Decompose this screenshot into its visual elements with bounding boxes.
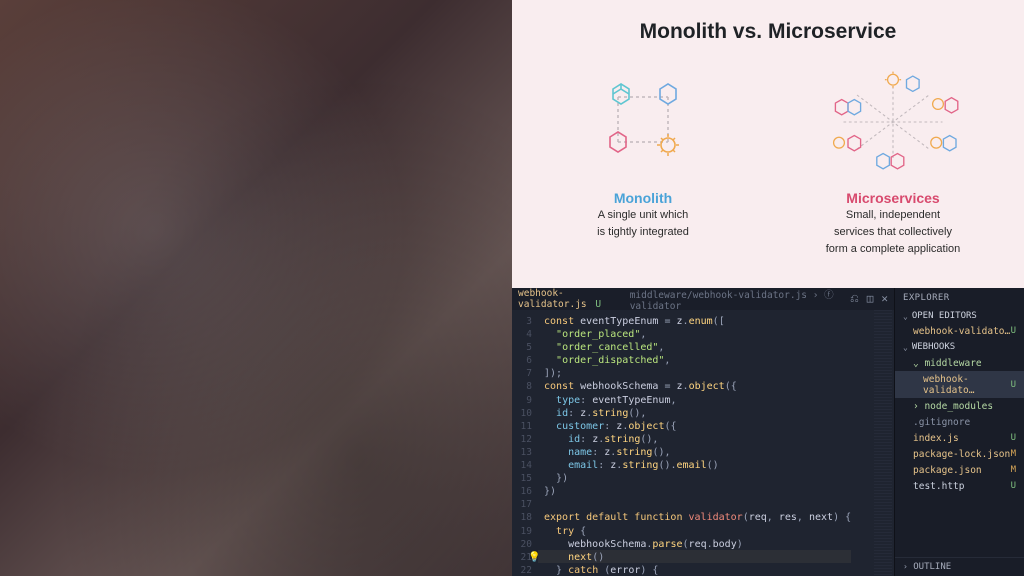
file-tree-item[interactable]: package-lock.jsonM <box>895 446 1024 462</box>
tab-filename: webhook-validator.js <box>518 288 587 310</box>
diagram-title: Monolith vs. Microservice <box>640 20 897 44</box>
open-editors-section[interactable]: ⌄ OPEN EDITORS <box>895 308 1024 324</box>
file-tree-item[interactable]: test.http U <box>895 478 1024 494</box>
open-editors-label: OPEN EDITORS <box>912 311 977 321</box>
open-editor-badge: U <box>1011 326 1016 337</box>
monolith-graphic <box>553 62 733 182</box>
explorer-title: EXPLORER <box>895 288 1024 308</box>
microservices-graphic <box>803 62 983 182</box>
code-content[interactable]: const eventTypeEnum = z.enum([ "order_pl… <box>538 310 851 576</box>
chevron-down-icon: ⌄ <box>903 312 908 321</box>
outline-label: OUTLINE <box>913 562 951 572</box>
code-area[interactable]: 345678910111213141516171819202122232425 … <box>512 310 894 576</box>
file-tree-item[interactable]: package.json M <box>895 462 1024 478</box>
file-tree-item[interactable]: webhook-validato…U <box>895 371 1024 398</box>
diagram-columns: Monolith A single unit which is tightly … <box>522 62 1014 257</box>
file-name: test.http <box>913 481 964 492</box>
microservices-desc-1: Small, independent <box>846 208 940 223</box>
diagram-panel: Monolith vs. Microservice <box>512 0 1024 288</box>
file-tree-item[interactable]: ⌄ middleware <box>895 355 1024 371</box>
git-status-badge: M <box>1011 465 1016 475</box>
file-name: .gitignore <box>913 417 970 428</box>
breadcrumb: middleware/webhook-validator.js › ⓕ vali… <box>630 287 844 312</box>
workspace-root-section[interactable]: ⌄ WEBHOOKS <box>895 339 1024 355</box>
minimap[interactable] <box>874 310 892 576</box>
microservices-desc-2: services that collectively <box>834 225 952 240</box>
workspace-root-label: WEBHOOKS <box>912 342 955 352</box>
editor-tab-bar: webhook-validator.js U middleware/webhoo… <box>512 288 894 310</box>
explorer-panel: EXPLORER ⌄ OPEN EDITORS webhook-validato… <box>894 288 1024 576</box>
code-editor: webhook-validator.js U middleware/webhoo… <box>512 288 1024 576</box>
file-tree: ⌄ middlewarewebhook-validato…U› node_mod… <box>895 355 1024 494</box>
monolith-label: Monolith <box>614 190 672 206</box>
monolith-desc-1: A single unit which <box>598 208 689 223</box>
monolith-column: Monolith A single unit which is tightly … <box>543 62 743 257</box>
monolith-desc-2: is tightly integrated <box>597 225 689 240</box>
microservices-desc-3: form a complete application <box>826 242 961 257</box>
file-tree-item[interactable]: › node_modules <box>895 398 1024 414</box>
microservices-column: Microservices Small, independent service… <box>793 62 993 257</box>
tab-action-icons: ⎌ ◫ ✕ <box>850 292 888 306</box>
line-number-gutter: 345678910111213141516171819202122232425 <box>512 310 538 576</box>
git-status-badge: U <box>1011 433 1016 443</box>
file-tree-item[interactable]: .gitignore <box>895 414 1024 430</box>
file-name: package.json <box>913 465 982 476</box>
open-editor-filename: webhook-validato… <box>913 326 1010 337</box>
tab-badge: U <box>595 299 601 310</box>
chevron-right-icon: › <box>903 562 908 571</box>
file-tree-item[interactable]: index.js U <box>895 430 1024 446</box>
git-status-badge: U <box>1011 380 1016 390</box>
microservices-label: Microservices <box>846 190 939 206</box>
git-status-badge: U <box>1011 481 1016 491</box>
file-name: › node_modules <box>913 401 993 412</box>
file-name: package-lock.json <box>913 449 1010 460</box>
file-name: ⌄ middleware <box>913 358 982 369</box>
close-icon[interactable]: ✕ <box>881 292 888 306</box>
compare-icon[interactable]: ⎌ <box>850 292 859 306</box>
file-name: webhook-validato… <box>923 374 1011 396</box>
split-icon[interactable]: ◫ <box>867 292 874 306</box>
file-name: index.js <box>913 433 959 444</box>
chevron-down-icon: ⌄ <box>903 343 908 352</box>
outline-section[interactable]: › OUTLINE <box>895 557 1024 576</box>
open-editor-item[interactable]: webhook-validato… U <box>895 324 1024 339</box>
active-tab[interactable]: webhook-validator.js U <box>518 288 624 310</box>
git-status-badge: M <box>1011 449 1016 459</box>
stock-photo-developer <box>0 0 512 576</box>
